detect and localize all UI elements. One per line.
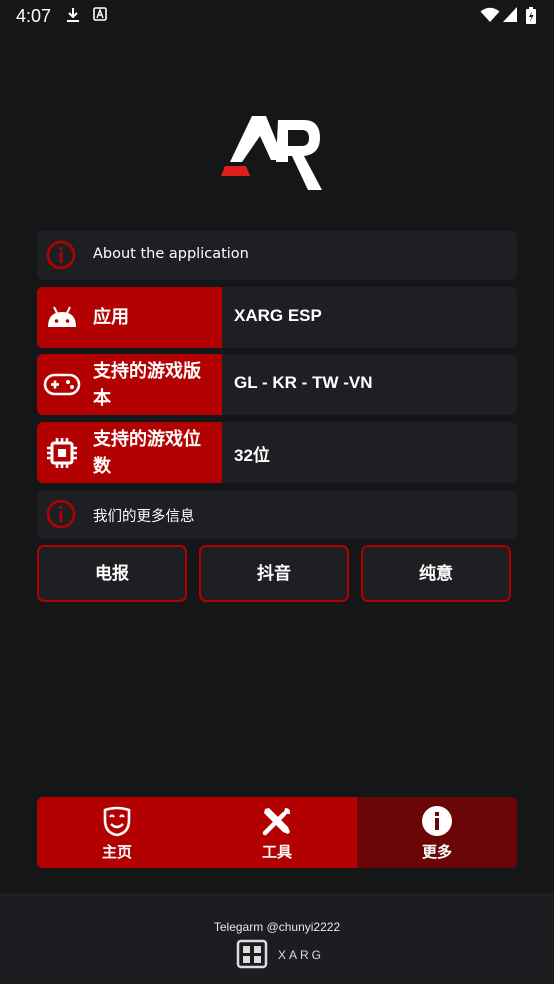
more-info-label: 我们的更多信息 xyxy=(93,509,195,525)
detail-label: 支持的游戏版本 xyxy=(93,361,201,409)
about-application-label: About the application xyxy=(93,246,249,262)
detail-row-game-version: 支持的游戏版本 GL - KR - TW -VN xyxy=(37,354,517,415)
douyin-button[interactable]: 抖音 xyxy=(199,545,349,602)
info-filled-icon xyxy=(422,806,452,836)
detail-key: 应用 xyxy=(37,287,222,348)
android-icon xyxy=(48,306,76,327)
chip-icon xyxy=(47,438,77,468)
footer-brand-text: XARG xyxy=(278,948,325,962)
telegram-credit: Telegarm @chunyi2222 xyxy=(213,920,341,934)
wifi-icon xyxy=(480,7,500,22)
detail-key: 支持的游戏位数 xyxy=(37,422,222,483)
info-circle-icon xyxy=(46,499,76,529)
about-application-row[interactable]: About the application xyxy=(37,231,517,280)
nav-label: 工具 xyxy=(261,843,292,861)
footer: Telegarm @chunyi2222 XARG xyxy=(0,893,554,984)
gamepad-icon xyxy=(43,373,81,396)
download-icon xyxy=(67,8,79,22)
detail-label: 应用 xyxy=(93,307,129,328)
info-circle-icon xyxy=(46,240,76,270)
detail-label: 支持的游戏位数 xyxy=(93,429,201,477)
theater-mask-icon xyxy=(103,806,131,837)
detail-key: 支持的游戏版本 xyxy=(37,354,222,415)
chunyi-button[interactable]: 纯意 xyxy=(361,545,511,602)
nav-item-tools[interactable]: 工具 xyxy=(197,797,357,868)
more-info-row[interactable]: 我们的更多信息 xyxy=(37,490,517,539)
status-time: 4:07 xyxy=(16,6,52,26)
detail-value: GL - KR - TW -VN xyxy=(234,373,373,392)
tools-icon xyxy=(262,808,291,836)
footer-brand: XARG xyxy=(236,939,326,969)
nav-item-home[interactable]: 主页 xyxy=(37,797,197,868)
a-box-icon xyxy=(93,7,107,21)
app-logo xyxy=(221,116,322,190)
nav-label: 更多 xyxy=(421,843,452,861)
detail-value: 32位 xyxy=(234,446,270,465)
detail-row-app: 应用 XARG ESP xyxy=(37,287,517,348)
xarg-brand-icon xyxy=(236,939,268,969)
detail-value: XARG ESP xyxy=(234,306,322,325)
nav-label: 主页 xyxy=(101,843,132,861)
bottom-navigation: 主页 工具 更多 xyxy=(37,797,517,868)
telegram-button[interactable]: 电报 xyxy=(37,545,187,602)
status-bar: 4:07 xyxy=(0,0,554,32)
detail-row-game-bits: 支持的游戏位数 32位 xyxy=(37,422,517,483)
nav-item-more[interactable]: 更多 xyxy=(357,797,517,868)
battery-icon xyxy=(526,7,536,24)
signal-icon xyxy=(503,7,517,22)
